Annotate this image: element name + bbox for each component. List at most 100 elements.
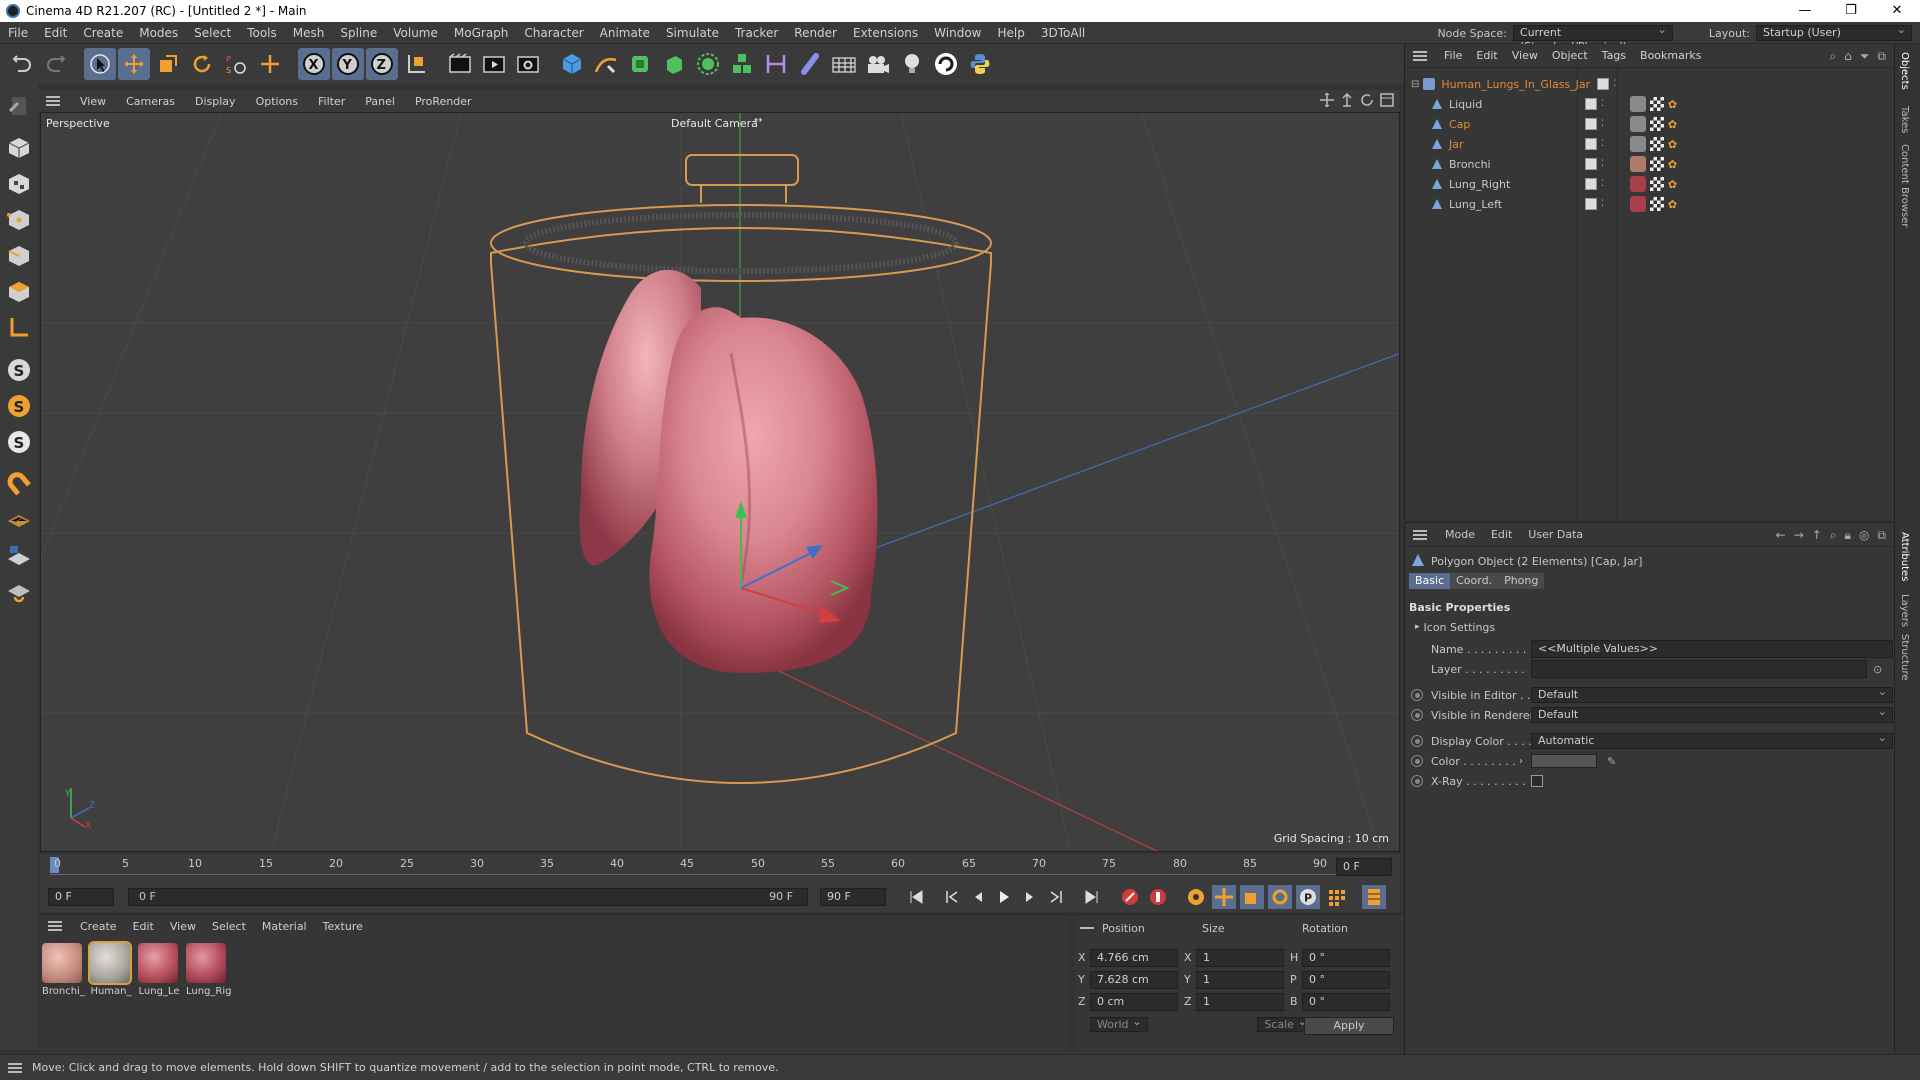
visibility-check-icon[interactable]	[1585, 158, 1597, 170]
tab-structure[interactable]: Structure	[1899, 634, 1910, 681]
material-menu-edit[interactable]: Edit	[125, 920, 162, 933]
perspective-viewport[interactable]: Perspective Default Camera ↔ Grid Spacin…	[40, 112, 1400, 852]
viewport-zoom-icon[interactable]	[1340, 93, 1354, 107]
object-name[interactable]: Human_Lungs_In_Glass_Jar	[1441, 78, 1591, 91]
status-hamburger-icon[interactable]	[8, 1062, 22, 1073]
point-mode-button[interactable]	[4, 204, 34, 236]
size-z-field[interactable]: 1	[1196, 993, 1284, 1011]
object-manager-hamburger-icon[interactable]	[1413, 50, 1427, 61]
render-view-button[interactable]	[444, 48, 476, 80]
material-tag-icon[interactable]	[1629, 176, 1646, 192]
size-y-field[interactable]: 1	[1196, 971, 1284, 989]
menu-volume[interactable]: Volume	[385, 26, 446, 40]
object-menu-file[interactable]: File	[1437, 49, 1469, 62]
timeline-ruler[interactable]: 0 5 10 15 20 25 30 35 40 45 50 55 60 65 …	[40, 854, 1400, 882]
viewport-menu-display[interactable]: Display	[185, 95, 246, 108]
collapse-toggle-icon[interactable]: ⊟	[1411, 79, 1419, 90]
tab-takes[interactable]: Takes	[1899, 106, 1910, 133]
phong-tag-icon[interactable]: ✿	[1668, 118, 1677, 131]
next-frame-button[interactable]	[1018, 885, 1042, 909]
3dtoall-button[interactable]	[930, 48, 962, 80]
workplane-snap-button[interactable]: S	[4, 426, 34, 458]
menu-modes[interactable]: Modes	[131, 26, 186, 40]
menu-spline[interactable]: Spline	[332, 26, 385, 40]
object-row-human-lungs-in-glass-jar[interactable]: ⊟ Human_Lungs_In_Glass_Jar ⁚	[1405, 74, 1895, 94]
current-frame-field[interactable]: 0 F	[1336, 858, 1392, 876]
menu-mesh[interactable]: Mesh	[285, 26, 333, 40]
prev-frame-button[interactable]	[966, 885, 990, 909]
edge-mode-button[interactable]	[4, 240, 34, 272]
object-row-liquid[interactable]: Liquid ⁚ ✿	[1405, 94, 1895, 114]
play-button[interactable]	[992, 885, 1016, 909]
search-icon[interactable]: ⌕	[1830, 528, 1837, 543]
texture-tag-icon[interactable]	[1649, 177, 1664, 191]
pos-x-field[interactable]: 4.766 cm	[1090, 949, 1178, 967]
material-swatch-lung-left[interactable]: Lung_Le	[138, 943, 180, 997]
object-row-cap[interactable]: Cap ⁚ ✿	[1405, 114, 1895, 134]
light-button[interactable]	[896, 48, 928, 80]
menu-create[interactable]: Create	[75, 26, 131, 40]
subdivision-surface-button[interactable]	[624, 48, 656, 80]
menu-window[interactable]: Window	[926, 26, 989, 40]
material-menu-create[interactable]: Create	[72, 920, 125, 933]
animate-param-icon[interactable]	[1411, 775, 1423, 787]
timeline-window-button[interactable]	[1362, 885, 1386, 909]
material-menu-view[interactable]: View	[162, 920, 204, 933]
param-key-button[interactable]: P	[1296, 885, 1320, 909]
object-menu-edit[interactable]: Edit	[1469, 49, 1504, 62]
new-window-icon[interactable]: ⧉	[1877, 528, 1886, 543]
visibility-check-icon[interactable]	[1597, 78, 1610, 90]
home-icon[interactable]: ⌂	[1844, 49, 1852, 64]
texture-tag-icon[interactable]	[1649, 197, 1664, 211]
new-window-icon[interactable]: ⧉	[1877, 49, 1886, 64]
viewport-hamburger-icon[interactable]	[46, 96, 60, 106]
menu-animate[interactable]: Animate	[592, 26, 658, 40]
object-menu-view[interactable]: View	[1505, 49, 1545, 62]
render-to-picture-viewer-button[interactable]	[478, 48, 510, 80]
scale-key-button[interactable]	[1240, 885, 1264, 909]
phong-tag-icon[interactable]: ✿	[1668, 178, 1677, 191]
mograph-button[interactable]	[726, 48, 758, 80]
animate-param-icon[interactable]	[1411, 755, 1423, 767]
object-row-jar[interactable]: Jar ⁚ ✿	[1405, 134, 1895, 154]
attr-menu-mode[interactable]: Mode	[1437, 528, 1483, 541]
back-arrow-icon[interactable]: ←	[1776, 528, 1786, 543]
end-frame-field[interactable]: 90 F	[820, 888, 886, 906]
material-tag-icon[interactable]	[1629, 156, 1646, 172]
viewport-menu-panel[interactable]: Panel	[355, 95, 405, 108]
y-axis-toggle[interactable]: Y	[332, 48, 364, 80]
object-name[interactable]: Lung_Right	[1449, 178, 1577, 191]
layout-dropdown[interactable]: Startup (User)	[1756, 23, 1912, 41]
phong-tag-icon[interactable]: ✿	[1668, 198, 1677, 211]
autokey-button[interactable]	[1146, 885, 1170, 909]
cube-button[interactable]	[556, 48, 588, 80]
color-swatch[interactable]	[1531, 754, 1597, 768]
viewport-menu-prorender[interactable]: ProRender	[405, 95, 482, 108]
attr-menu-user-data[interactable]: User Data	[1520, 528, 1591, 541]
redo-button[interactable]	[40, 48, 72, 80]
undo-button[interactable]	[6, 48, 38, 80]
add-axis-button[interactable]	[254, 48, 286, 80]
object-menu-object[interactable]: Object	[1545, 49, 1595, 62]
texture-tag-icon[interactable]	[1649, 137, 1664, 151]
visibility-check-icon[interactable]	[1585, 138, 1597, 150]
visible-renderer-dropdown[interactable]: Default	[1531, 705, 1893, 723]
record-button[interactable]	[1118, 885, 1142, 909]
material-tag-icon[interactable]	[1629, 96, 1646, 112]
visibility-dots-icon[interactable]: ⁚	[1601, 119, 1604, 129]
tab-objects[interactable]: Objects	[1899, 52, 1910, 90]
menu-3dtoall[interactable]: 3DToAll	[1033, 26, 1093, 40]
visibility-dots-icon[interactable]: ⁚	[1601, 159, 1604, 169]
x-axis-toggle[interactable]: X	[298, 48, 330, 80]
forward-arrow-icon[interactable]: →	[1794, 528, 1804, 543]
material-menu-material[interactable]: Material	[254, 920, 315, 933]
pos-z-field[interactable]: 0 cm	[1090, 993, 1178, 1011]
pla-key-button[interactable]	[1324, 885, 1348, 909]
attr-menu-edit[interactable]: Edit	[1483, 528, 1520, 541]
viewport-camera-name[interactable]: Default Camera	[671, 117, 758, 130]
animate-param-icon[interactable]	[1411, 689, 1423, 701]
tab-layers[interactable]: Layers	[1899, 594, 1910, 627]
go-to-start-button[interactable]	[904, 885, 928, 909]
expand-triangle-icon[interactable]: ›	[1519, 756, 1531, 767]
close-button[interactable]: ✕	[1874, 0, 1920, 22]
